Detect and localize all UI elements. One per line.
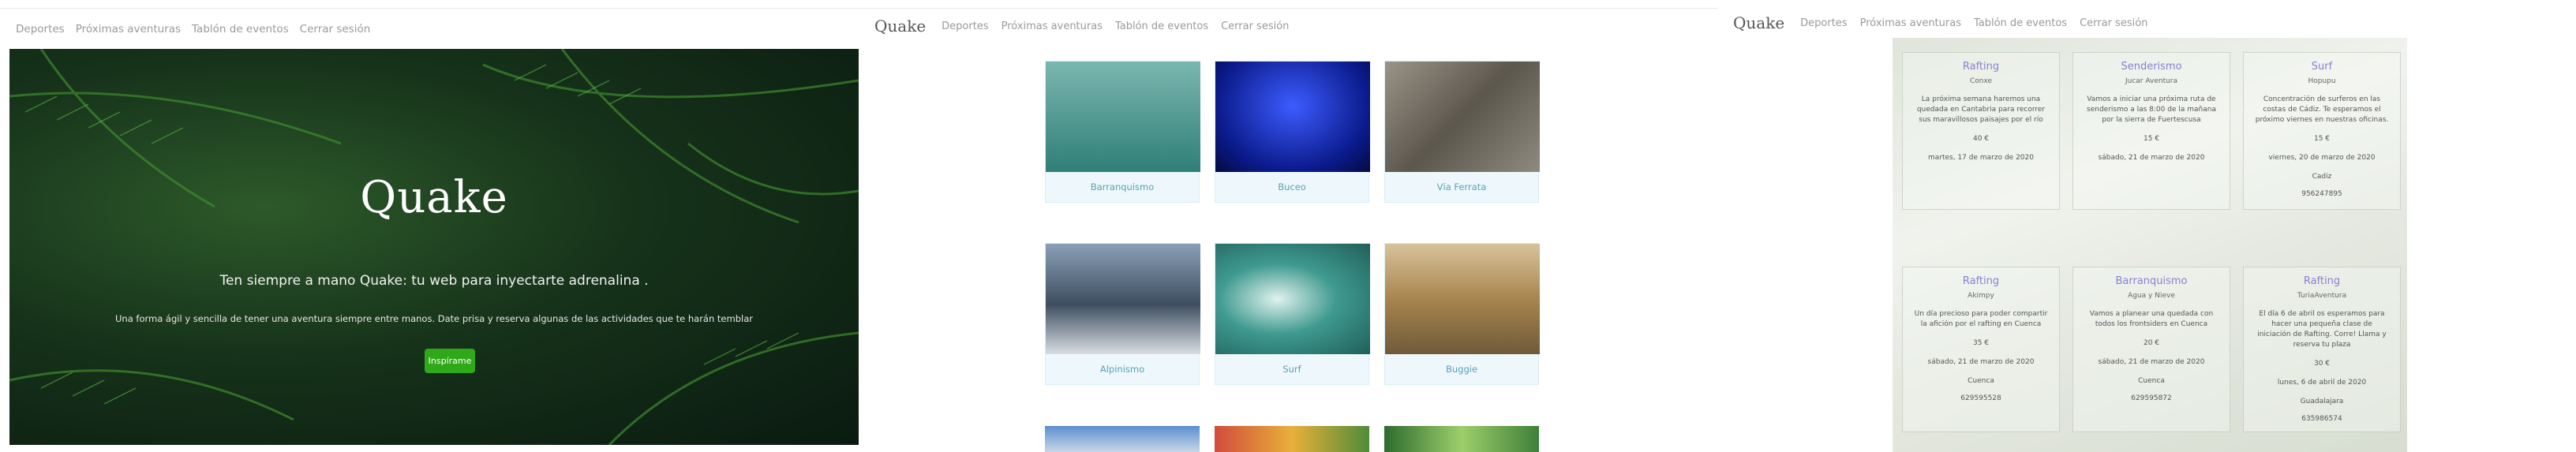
navbar: Quake Deportes Próximas aventuras Tablón… bbox=[1717, 3, 2576, 43]
event-price: 20 € bbox=[2143, 339, 2160, 347]
sport-label: Barranquismo bbox=[1090, 181, 1155, 192]
sport-card[interactable]: Alpinismo bbox=[1045, 243, 1200, 385]
nav-cerrar-sesion[interactable]: Cerrar sesión bbox=[300, 23, 371, 35]
event-price: 15 € bbox=[2143, 135, 2160, 143]
event-title: Rafting bbox=[1962, 61, 2000, 73]
event-card[interactable]: Rafting TuriaAventura El día 6 de abril … bbox=[2243, 267, 2401, 432]
sport-image-partial bbox=[1384, 426, 1539, 452]
hero-description: Una forma ágil y sencilla de tener una a… bbox=[115, 313, 753, 324]
event-organizer: Jucar Aventura bbox=[2125, 77, 2178, 85]
nav-deportes[interactable]: Deportes bbox=[16, 23, 65, 35]
event-organizer: Akimpy bbox=[1968, 292, 1994, 300]
event-phone: 956247895 bbox=[2301, 190, 2342, 198]
navbar: Deportes Próximas aventuras Tablón de ev… bbox=[0, 9, 859, 49]
event-date: lunes, 6 de abril de 2020 bbox=[2277, 379, 2367, 387]
top-divider bbox=[0, 8, 859, 9]
nav-cerrar-sesion[interactable]: Cerrar sesión bbox=[2080, 17, 2147, 29]
event-organizer: Agua y Nieve bbox=[2128, 292, 2175, 300]
nav-proximas-aventuras[interactable]: Próximas aventuras bbox=[76, 23, 181, 35]
nav-proximas-aventuras[interactable]: Próximas aventuras bbox=[1860, 17, 1961, 29]
nav-proximas-aventuras[interactable]: Próximas aventuras bbox=[1002, 21, 1103, 32]
navbar: Quake Deportes Próximas aventuras Tablón… bbox=[859, 6, 1717, 46]
nav-cerrar-sesion[interactable]: Cerrar sesión bbox=[1221, 21, 1289, 32]
event-city: Guadalajara bbox=[2300, 398, 2344, 405]
event-date: martes, 17 de marzo de 2020 bbox=[1928, 154, 2034, 162]
event-date: viernes, 20 de marzo de 2020 bbox=[2268, 154, 2376, 162]
sport-image-partial bbox=[1045, 426, 1200, 452]
sport-label: Surf bbox=[1282, 364, 1301, 375]
event-card[interactable]: Barranquismo Agua y Nieve Vamos a planea… bbox=[2072, 267, 2230, 432]
event-description: Vamos a iniciar una próxima ruta de send… bbox=[2087, 95, 2216, 124]
sport-label: Alpinismo bbox=[1099, 364, 1145, 375]
event-phone: 629595872 bbox=[2131, 394, 2172, 402]
event-price: 35 € bbox=[1972, 339, 1990, 347]
event-city: Cuenca bbox=[2138, 377, 2165, 385]
hero-subtitle: Ten siempre a mano Quake: tu web para in… bbox=[219, 273, 649, 289]
event-organizer: Hopupu bbox=[2308, 77, 2336, 85]
event-city: Cadiz bbox=[2312, 173, 2332, 181]
landing-panel: Deportes Próximas aventuras Tablón de ev… bbox=[0, 0, 859, 452]
event-organizer: TuriaAventura bbox=[2297, 292, 2347, 300]
event-description: Vamos a planear una quedada con todos lo… bbox=[2089, 310, 2214, 328]
sport-image bbox=[1215, 62, 1370, 172]
event-title: Rafting bbox=[1962, 275, 2000, 287]
event-title: Senderismo bbox=[2121, 61, 2182, 73]
event-price: 30 € bbox=[2313, 360, 2331, 368]
event-price: 15 € bbox=[2313, 135, 2331, 143]
hero-title: Quake bbox=[360, 172, 508, 223]
sport-label: Vía Ferrata bbox=[1436, 181, 1487, 192]
event-date: sábado, 21 de marzo de 2020 bbox=[2098, 358, 2205, 366]
event-description: La próxima semana haremos una quedada en… bbox=[1916, 95, 2046, 124]
sport-card[interactable]: Buggie bbox=[1384, 243, 1540, 385]
event-date: sábado, 21 de marzo de 2020 bbox=[2098, 154, 2205, 162]
event-title: Surf bbox=[2311, 61, 2333, 73]
event-city: Cuenca bbox=[1968, 377, 1994, 385]
events-panel: Quake Deportes Próximas aventuras Tablón… bbox=[1717, 0, 2576, 452]
sport-label: Buggie bbox=[1445, 364, 1478, 375]
event-title: Rafting bbox=[2303, 275, 2341, 287]
event-card[interactable]: Surf Hopupu Concentración de surferos en… bbox=[2243, 52, 2401, 210]
sport-card[interactable]: Buceo bbox=[1215, 61, 1370, 203]
sport-card[interactable]: Surf bbox=[1215, 243, 1370, 385]
sport-image bbox=[1046, 244, 1200, 354]
sport-image bbox=[1046, 62, 1200, 172]
event-card[interactable]: Rafting Conxe La próxima semana haremos … bbox=[1902, 52, 2060, 210]
sport-image bbox=[1385, 244, 1540, 354]
nav-tablon-eventos[interactable]: Tablón de eventos bbox=[192, 23, 289, 35]
sport-card[interactable]: Vía Ferrata bbox=[1384, 61, 1540, 203]
event-card[interactable]: Senderismo Jucar Aventura Vamos a inicia… bbox=[2072, 52, 2230, 210]
event-phone: 635986574 bbox=[2301, 415, 2342, 423]
nav-deportes[interactable]: Deportes bbox=[1800, 17, 1847, 29]
brand-logo[interactable]: Quake bbox=[1733, 13, 1784, 32]
inspire-me-button[interactable]: Inspírame bbox=[425, 349, 475, 373]
event-price: 40 € bbox=[1972, 135, 1990, 143]
sports-panel: Quake Deportes Próximas aventuras Tablón… bbox=[859, 0, 1717, 452]
sport-image-partial bbox=[1215, 426, 1369, 452]
event-card[interactable]: Rafting Akimpy Un día precioso para pode… bbox=[1902, 267, 2060, 432]
brand-logo[interactable]: Quake bbox=[874, 17, 926, 35]
nav-tablon-eventos[interactable]: Tablón de eventos bbox=[1974, 17, 2067, 29]
fern-background-image bbox=[9, 49, 859, 445]
sport-image bbox=[1385, 62, 1540, 172]
sport-card[interactable]: Barranquismo bbox=[1045, 61, 1200, 203]
nav-deportes[interactable]: Deportes bbox=[942, 21, 988, 32]
hero-section: Quake Ten siempre a mano Quake: tu web p… bbox=[9, 49, 859, 445]
nav-tablon-eventos[interactable]: Tablón de eventos bbox=[1115, 21, 1208, 32]
sport-image bbox=[1215, 244, 1370, 354]
sport-label: Buceo bbox=[1278, 181, 1306, 192]
event-phone: 629595528 bbox=[1960, 394, 2001, 402]
event-title: Barranquismo bbox=[2115, 275, 2188, 287]
event-date: sábado, 21 de marzo de 2020 bbox=[1927, 358, 2035, 366]
event-description: Un día precioso para poder compartir la … bbox=[1914, 310, 2048, 328]
event-organizer: Conxe bbox=[1969, 77, 1993, 85]
event-description: El día 6 de abril os esperamos para hace… bbox=[2257, 310, 2387, 349]
event-description: Concentración de surferos en las costas … bbox=[2255, 95, 2389, 124]
